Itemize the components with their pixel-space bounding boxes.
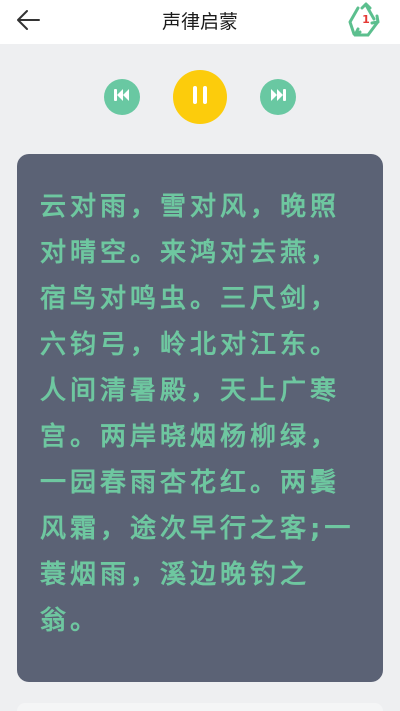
top-bar: 声律启蒙 1	[0, 0, 400, 44]
skip-next-icon	[269, 87, 287, 107]
skip-previous-icon	[113, 87, 131, 107]
player-controls	[0, 70, 400, 126]
recycle-button[interactable]: 1	[346, 2, 386, 40]
back-button[interactable]	[10, 6, 46, 38]
recycle-badge: 1	[362, 13, 370, 26]
bottom-panel-edge	[17, 703, 383, 711]
pause-button[interactable]	[173, 70, 227, 124]
pause-icon	[192, 85, 208, 109]
text-card: 云对雨，雪对风，晚照对晴空。来鸿对去燕，宿鸟对鸣虫。三尺剑，六钧弓，岭北对江东。…	[17, 154, 383, 682]
back-arrow-icon	[15, 9, 41, 35]
next-button[interactable]	[260, 79, 296, 115]
page-title: 声律启蒙	[161, 11, 238, 33]
poem-text: 云对雨，雪对风，晚照对晴空。来鸿对去燕，宿鸟对鸣虫。三尺剑，六钧弓，岭北对江东。…	[40, 192, 355, 636]
previous-button[interactable]	[104, 79, 140, 115]
